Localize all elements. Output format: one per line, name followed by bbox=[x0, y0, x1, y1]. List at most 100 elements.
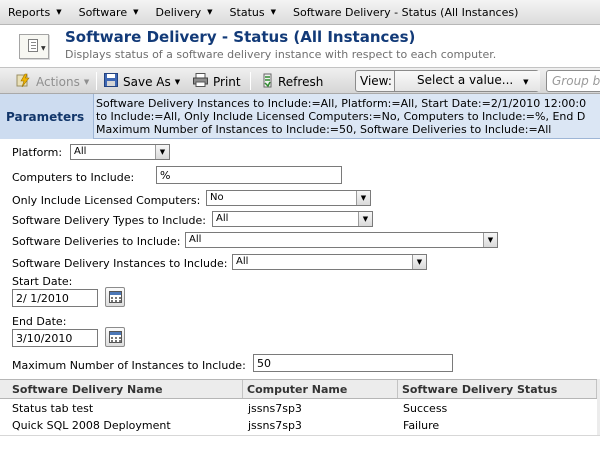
cell-delivery-status: Failure bbox=[403, 419, 440, 432]
parameters-line: Maximum Number of Instances to Include:=… bbox=[96, 123, 552, 136]
calendar-cell bbox=[115, 300, 117, 302]
menu-reports[interactable]: Reports ▼ bbox=[8, 6, 62, 19]
menu-software[interactable]: Software ▼ bbox=[79, 6, 139, 19]
toolbar: Actions ▼ Save As ▼ Print Refresh View: … bbox=[0, 67, 600, 94]
computers-input[interactable]: % bbox=[156, 166, 342, 184]
menu-bar: Reports ▼ Software ▼ Delivery ▼ Status ▼… bbox=[0, 0, 600, 25]
chevron-down-icon: ▼ bbox=[155, 145, 169, 159]
parameters-line: Software Delivery Instances to Include:=… bbox=[96, 97, 587, 110]
delivery-types-select[interactable]: All ▼ bbox=[212, 211, 373, 227]
cell-computer-name: jssns7sp3 bbox=[248, 419, 302, 432]
max-instances-label: Maximum Number of Instances to Include: bbox=[12, 359, 246, 372]
platform-value: All bbox=[74, 146, 87, 157]
end-date-calendar-button[interactable] bbox=[105, 327, 125, 347]
print-button[interactable]: Print bbox=[193, 73, 241, 90]
chevron-down-icon: ▼ bbox=[356, 191, 370, 205]
instances-value: All bbox=[236, 256, 249, 267]
menu-delivery-label: Delivery bbox=[155, 5, 202, 19]
menu-status[interactable]: Status ▼ bbox=[230, 6, 276, 19]
page-title: Software Delivery - Status (All Instance… bbox=[65, 28, 416, 46]
chevron-down-icon: ▼ bbox=[133, 8, 139, 16]
chevron-down-icon: ▼ bbox=[41, 45, 46, 52]
cell-delivery-name: Status tab test bbox=[12, 402, 94, 415]
calendar-cell bbox=[115, 337, 117, 339]
chevron-down-icon: ▼ bbox=[174, 77, 181, 86]
report-document-icon: ▼ bbox=[19, 34, 49, 59]
calendar-icon bbox=[109, 291, 122, 303]
start-date-input[interactable]: 2/ 1/2010 bbox=[12, 289, 98, 307]
deliveries-value: All bbox=[189, 234, 202, 245]
calendar-header bbox=[110, 292, 121, 295]
cell-delivery-name: Quick SQL 2008 Deployment bbox=[12, 419, 171, 432]
menu-software-label: Software bbox=[78, 5, 128, 19]
table-row[interactable]: Status tab test jssns7sp3 Success bbox=[0, 401, 600, 418]
column-header-delivery-name[interactable]: Software Delivery Name bbox=[8, 380, 243, 398]
actions-button[interactable]: Actions ▼ bbox=[16, 73, 89, 91]
page-header: ▼ Software Delivery - Status (All Instan… bbox=[0, 25, 600, 67]
instances-select[interactable]: All ▼ bbox=[232, 254, 427, 270]
toolbar-divider bbox=[250, 72, 251, 90]
chevron-down-icon: ▼ bbox=[270, 8, 276, 16]
parameters-summary: Software Delivery Instances to Include:=… bbox=[96, 97, 600, 136]
refresh-label: Refresh bbox=[278, 75, 324, 89]
calendar-cell bbox=[111, 337, 113, 339]
start-date-label: Start Date: bbox=[12, 275, 73, 288]
calendar-header bbox=[110, 332, 121, 335]
chevron-down-icon: ▼ bbox=[83, 78, 90, 86]
calendar-cell bbox=[115, 340, 117, 342]
max-instances-input[interactable]: 50 bbox=[253, 354, 453, 372]
view-label: View: bbox=[360, 74, 392, 88]
menu-status-label: Status bbox=[229, 5, 265, 19]
deliveries-select[interactable]: All ▼ bbox=[185, 232, 498, 248]
printer-icon bbox=[193, 73, 208, 90]
document-line bbox=[31, 42, 36, 43]
toolbar-divider bbox=[96, 72, 97, 90]
actions-label: Actions bbox=[36, 75, 80, 89]
chevron-down-icon: ▼ bbox=[358, 212, 372, 226]
document-line bbox=[31, 45, 36, 46]
calendar-cell bbox=[119, 337, 121, 339]
end-date-input[interactable]: 3/10/2010 bbox=[12, 329, 98, 347]
calendar-cell bbox=[115, 297, 117, 299]
instances-label: Software Delivery Instances to Include: bbox=[12, 257, 228, 270]
group-by-input[interactable]: Group by bbox=[546, 70, 600, 92]
results-table-header: Software Delivery Name Computer Name Sof… bbox=[0, 379, 600, 399]
table-row[interactable]: Quick SQL 2008 Deployment jssns7sp3 Fail… bbox=[0, 418, 600, 435]
column-header-computer-name[interactable]: Computer Name bbox=[243, 380, 398, 398]
chevron-down-icon: ▼ bbox=[412, 255, 426, 269]
floppy-disk-icon bbox=[104, 73, 118, 90]
chevron-down-icon: ▼ bbox=[207, 8, 213, 16]
licensed-select[interactable]: No ▼ bbox=[206, 190, 371, 206]
view-select[interactable]: Select a value... ▼ bbox=[394, 71, 540, 91]
print-label: Print bbox=[213, 74, 241, 89]
start-date-calendar-button[interactable] bbox=[105, 287, 125, 307]
parameters-label-box: Parameters bbox=[0, 94, 94, 139]
save-as-button[interactable]: Save As ▼ bbox=[104, 73, 180, 90]
deliveries-label: Software Deliveries to Include: bbox=[12, 235, 181, 248]
calendar-cell bbox=[111, 300, 113, 302]
cell-delivery-status: Success bbox=[403, 402, 448, 415]
calendar-cell bbox=[119, 300, 121, 302]
parameters-line: to Include:=All, Only Include Licensed C… bbox=[96, 110, 586, 123]
actions-lightning-icon bbox=[16, 73, 31, 91]
column-header-delivery-status[interactable]: Software Delivery Status bbox=[398, 380, 597, 398]
page-subtitle: Displays status of a software delivery i… bbox=[65, 48, 497, 61]
table-bottom-border bbox=[0, 435, 600, 436]
platform-label: Platform: bbox=[12, 146, 63, 159]
menu-reports-label: Reports bbox=[8, 5, 51, 19]
platform-select[interactable]: All ▼ bbox=[70, 144, 170, 160]
licensed-label: Only Include Licensed Computers: bbox=[12, 194, 201, 207]
chevron-down-icon: ▼ bbox=[56, 8, 62, 16]
parameters-label: Parameters bbox=[6, 110, 85, 124]
computers-label: Computers to Include: bbox=[12, 171, 135, 184]
refresh-button[interactable]: Refresh bbox=[262, 73, 323, 91]
document-shape bbox=[28, 39, 38, 52]
view-selector: View: Select a value... ▼ bbox=[355, 70, 540, 92]
end-date-label: End Date: bbox=[12, 315, 67, 328]
menu-delivery[interactable]: Delivery ▼ bbox=[155, 6, 212, 19]
view-select-value: Select a value... bbox=[417, 73, 514, 87]
delivery-types-label: Software Delivery Types to Include: bbox=[12, 214, 206, 227]
menu-current-report: Software Delivery - Status (All Instance… bbox=[293, 5, 519, 19]
calendar-icon bbox=[109, 331, 122, 343]
chevron-down-icon: ▼ bbox=[483, 233, 497, 247]
